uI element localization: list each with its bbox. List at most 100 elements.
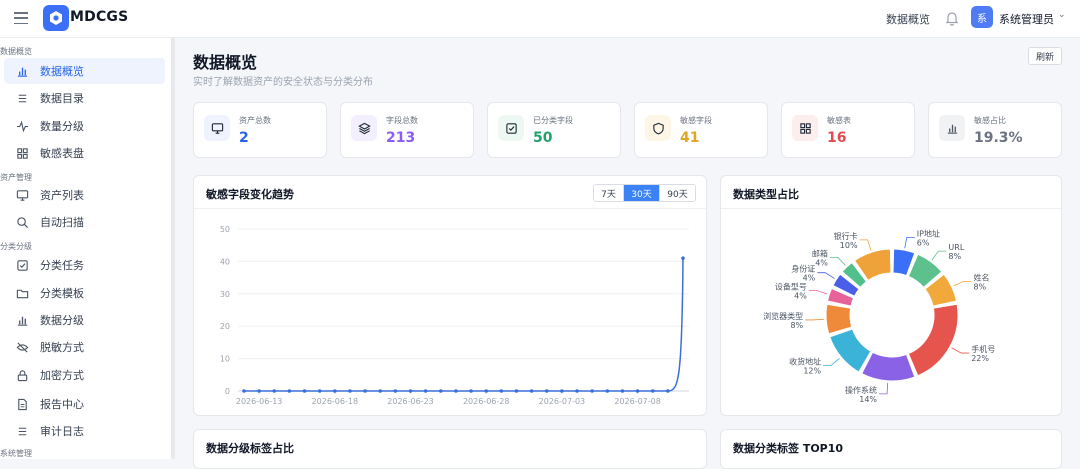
checkbox-icon — [498, 115, 524, 141]
data-point — [317, 389, 322, 393]
sidebar-item[interactable]: 自动扫描 — [4, 209, 165, 235]
stat-label: 敏感字段 — [680, 116, 712, 125]
slice-label: 收货地址 — [789, 356, 821, 366]
top-overview-link[interactable]: 数据概览 — [886, 11, 930, 27]
sidebar-item-label: 敏感表盘 — [40, 147, 84, 160]
page-subtitle: 实时了解数据资产的安全状态与分类分布 — [193, 77, 373, 88]
sidebar-item[interactable]: 分类任务 — [4, 252, 165, 278]
slice-percent-label: 8% — [973, 282, 986, 291]
slice-percent-label: 14% — [859, 395, 877, 404]
range-90d-button[interactable]: 90天 — [659, 185, 695, 201]
divider — [721, 208, 1061, 209]
slice-percent-label: 6% — [917, 238, 930, 247]
sidebar-item-label: 自动扫描 — [40, 216, 84, 229]
sidebar-item[interactable]: 资产列表 — [4, 182, 165, 208]
stat-card: 已分类字段 50 — [487, 102, 621, 158]
menu-toggle-icon[interactable] — [14, 12, 28, 24]
data-point — [333, 389, 337, 393]
slice-percent-label: 8% — [948, 252, 961, 261]
sidebar-item-label: 资产列表 — [40, 189, 84, 202]
sidebar-item-label: 报告中心 — [40, 398, 84, 411]
sidebar-item[interactable]: 数据目录 — [4, 85, 165, 111]
y-tick-label: 30 — [220, 290, 230, 299]
data-point — [544, 389, 549, 393]
refresh-button[interactable]: 刷新 — [1028, 47, 1062, 65]
stat-value: 50 — [533, 130, 553, 146]
sidebar-item-label: 数量分级 — [40, 120, 84, 133]
trend-line-chart: 0 10 20 30 40 50 2026-06-13 2026-06-18 2026-06-2… — [220, 225, 689, 406]
y-tick-label: 20 — [220, 322, 230, 331]
sidebar-section-heading: 分类分级 — [0, 242, 32, 251]
divider — [194, 208, 706, 209]
slice-label: 邮箱 — [812, 248, 828, 258]
data-type-donut-chart: IP地址6%URL8%姓名8%手机号22%操作系统14%收货地址12%浏览器类型… — [763, 228, 995, 404]
data-point — [575, 389, 579, 393]
data-point — [438, 389, 443, 393]
stat-label: 敏感占比 — [974, 116, 1006, 125]
x-tick-label: 2026-06-13 — [236, 397, 283, 406]
stat-value: 2 — [239, 130, 249, 146]
series-line — [244, 258, 684, 392]
bell-icon[interactable] — [945, 10, 959, 26]
user-name[interactable]: 系统管理员 — [999, 11, 1054, 27]
sidebar-item[interactable]: 敏感表盘 — [4, 140, 165, 166]
sidebar-item-label: 数据概览 — [40, 65, 84, 78]
category-tag-panel: 数据分类标签 TOP10 — [720, 429, 1062, 469]
slice-percent-label: 4% — [794, 292, 807, 301]
sidebar-item[interactable]: 脱敏方式 — [4, 334, 165, 360]
sidebar-item-label: 加密方式 — [40, 369, 84, 382]
data-point — [469, 389, 473, 393]
slice-label: 手机号 — [971, 344, 995, 354]
data-point — [484, 389, 489, 393]
data-point — [620, 389, 625, 393]
shield-icon — [645, 115, 671, 141]
x-tick-label: 2026-07-03 — [539, 397, 586, 406]
sidebar-item-label: 分类任务 — [40, 259, 84, 272]
stat-value: 213 — [386, 130, 416, 146]
slice-leader-line — [805, 318, 825, 321]
x-tick-label: 2026-06-28 — [463, 397, 510, 406]
trend-panel-title: 敏感字段变化趋势 — [206, 188, 294, 201]
stat-label: 已分类字段 — [533, 116, 573, 125]
range-selector: 7天 30天 90天 — [593, 184, 696, 202]
sidebar-item[interactable]: 分类模板 — [4, 280, 165, 306]
data-point — [499, 389, 504, 393]
slice-label: 银行卡 — [834, 231, 858, 241]
sidebar-item-label: 脱敏方式 — [40, 341, 84, 354]
range-30d-button[interactable]: 30天 — [623, 185, 659, 201]
slice-label: IP地址 — [917, 228, 940, 238]
data-type-panel: 数据类型占比 IP地址 6% URL 8% 姓名 8% 手机号 22% 操作系统 14% 收货地址 1… — [720, 175, 1062, 416]
chevron-down-icon[interactable]: ⌄ — [1058, 10, 1066, 20]
category-tag-panel-title: 数据分类标签 TOP10 — [733, 442, 844, 455]
donut-slice — [907, 303, 959, 377]
y-tick-label: 50 — [220, 225, 230, 234]
sidebar-item[interactable]: 审计日志 — [4, 418, 165, 444]
stat-card: 敏感字段 41 — [634, 102, 768, 158]
data-point — [257, 389, 261, 393]
data-point — [454, 389, 458, 393]
range-7d-button[interactable]: 7天 — [594, 185, 623, 201]
level-tag-panel: 数据分级标签占比 — [193, 429, 707, 469]
avatar[interactable]: 系 — [971, 6, 993, 28]
x-tick-label: 2026-07-08 — [614, 397, 661, 406]
sidebar-item[interactable]: 数据概览 — [4, 58, 165, 84]
sidebar-item[interactable]: 数据分级 — [4, 307, 165, 333]
data-point — [302, 389, 307, 393]
slice-leader-line — [904, 236, 915, 249]
sidebar-section-heading: 系统管理 — [0, 449, 32, 458]
data-point — [408, 389, 413, 393]
data-point — [348, 389, 352, 393]
stat-label: 敏感表 — [827, 116, 851, 125]
sidebar-item[interactable]: 加密方式 — [4, 362, 165, 388]
file-icon — [15, 397, 29, 411]
data-point — [635, 389, 640, 393]
monitor-icon — [15, 188, 29, 202]
sidebar-item[interactable]: 数量分级 — [4, 113, 165, 139]
slice-percent-label: 10% — [840, 241, 858, 250]
sidebar-scrollbar[interactable] — [172, 38, 175, 459]
data-point — [560, 389, 564, 393]
folder-icon — [15, 286, 29, 300]
stat-value: 19.3% — [974, 130, 1023, 146]
sidebar-item[interactable]: 报告中心 — [4, 391, 165, 417]
slice-leader-line — [859, 239, 872, 251]
